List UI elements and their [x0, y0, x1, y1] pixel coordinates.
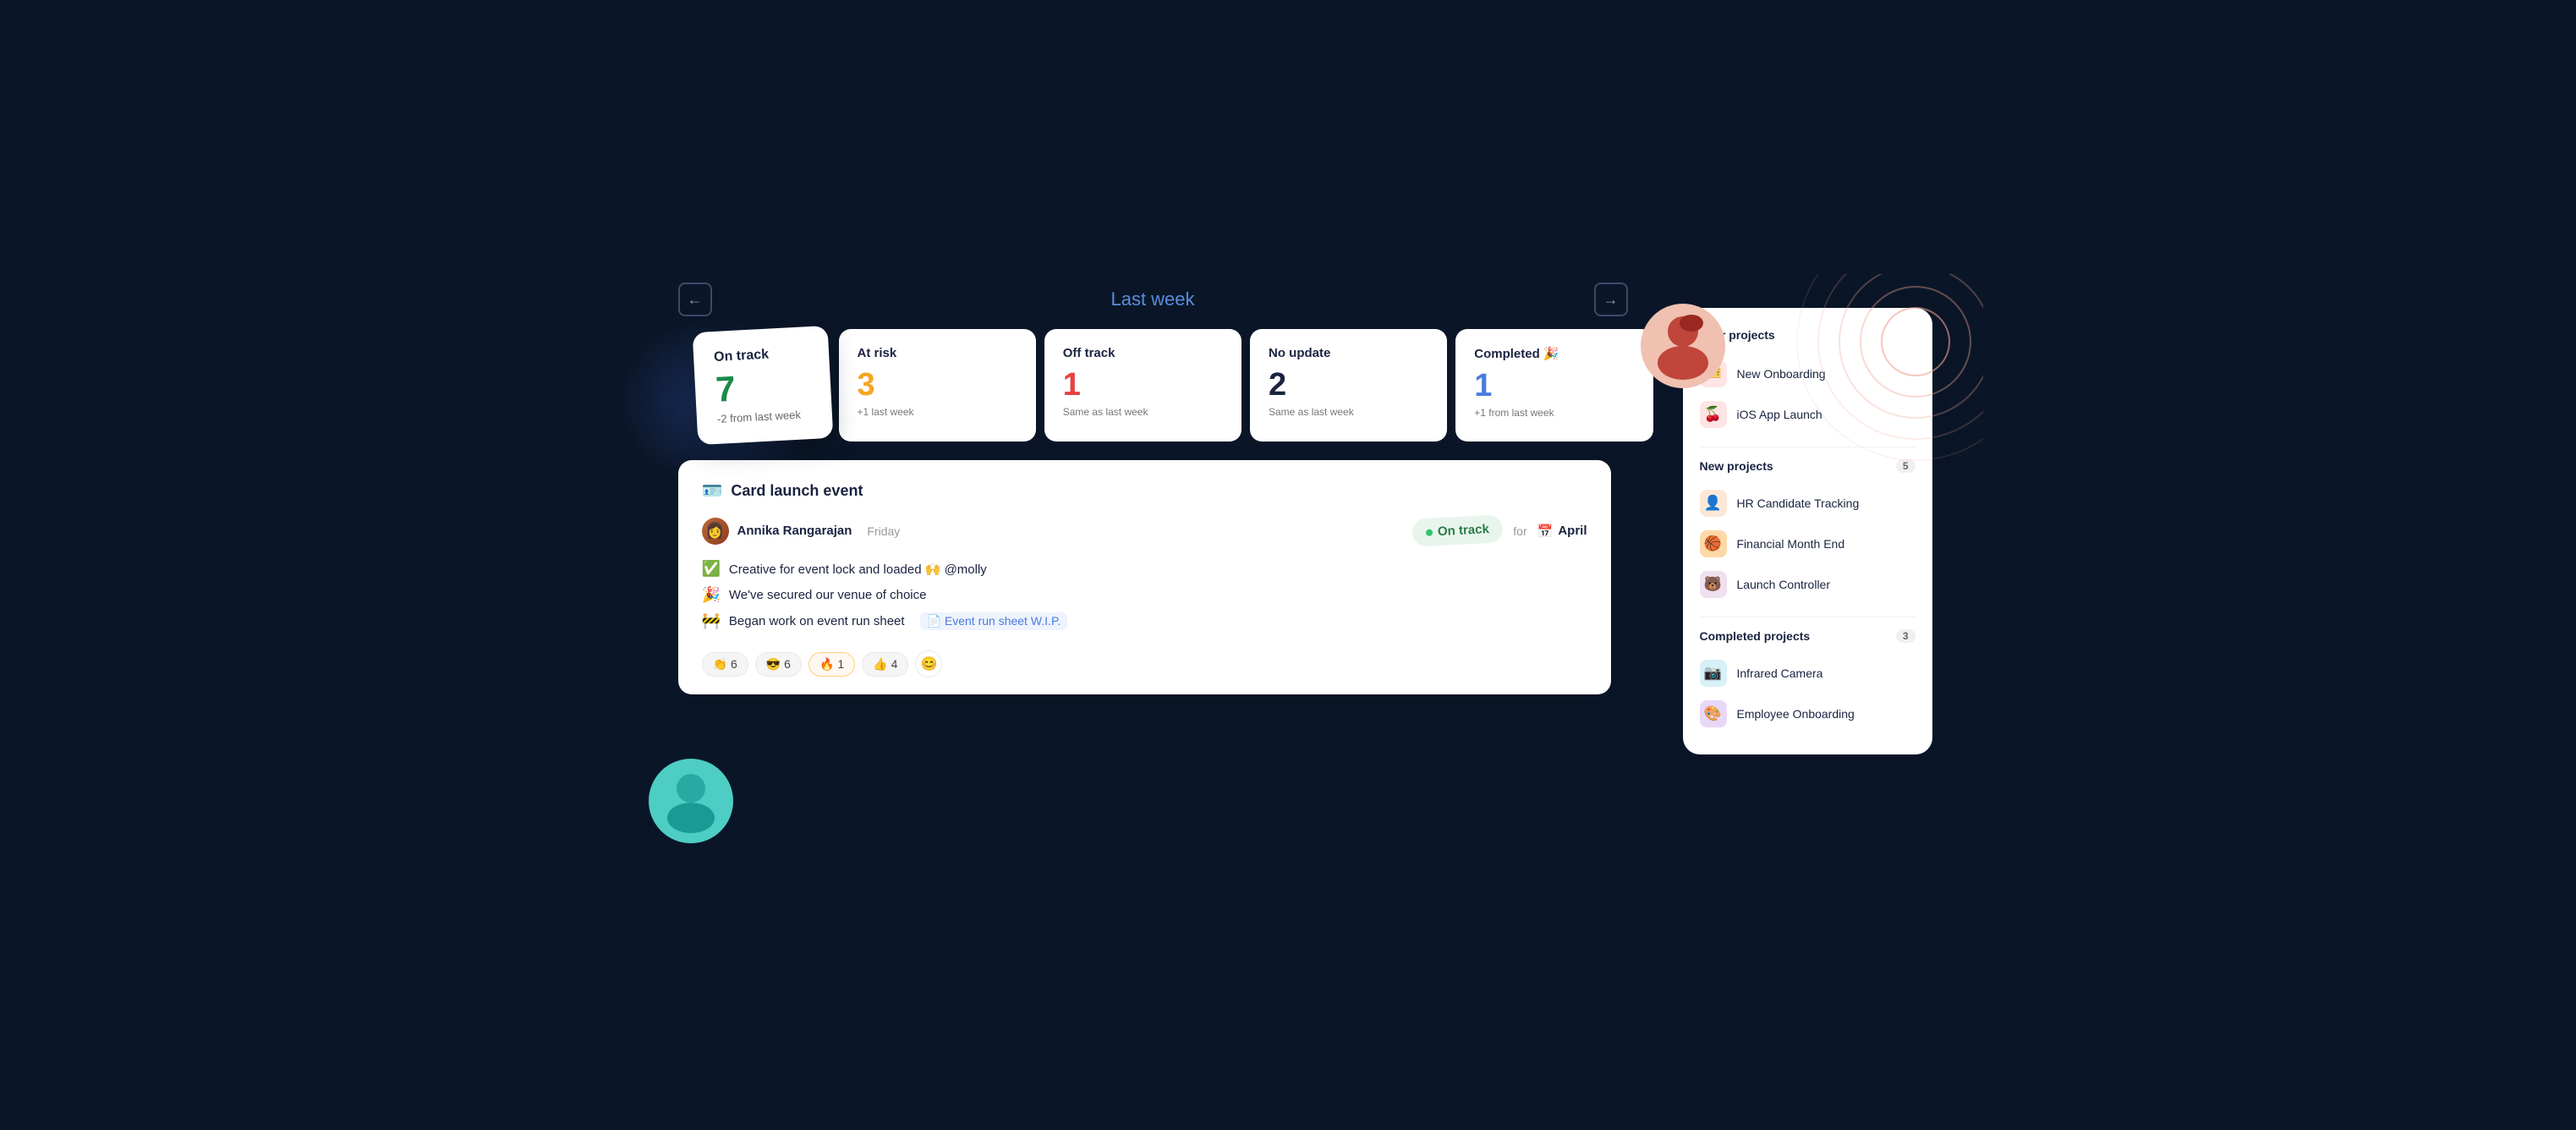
project-name-financial: Financial Month End [1737, 537, 1845, 551]
on-track-number: 7 [715, 367, 811, 408]
item-icon-3: 🚧 [702, 612, 721, 630]
reaction-thumbsup[interactable]: 👍 4 [862, 652, 908, 677]
for-label: for [1513, 524, 1526, 538]
reaction-fire[interactable]: 🔥 1 [808, 652, 855, 677]
user-avatar-large [1636, 299, 1729, 392]
status-cards: On track 7 -2 from last week At risk 3 +… [644, 329, 1653, 442]
period-title: Last week [1110, 288, 1194, 310]
author-date: Friday [867, 524, 900, 538]
item-text-1: Creative for event lock and loaded 🙌 @mo… [729, 562, 987, 577]
item-icon-1: ✅ [702, 560, 721, 578]
reaction-clap[interactable]: 👏 6 [702, 652, 748, 677]
status-dot [1426, 529, 1433, 535]
author-avatar: 👩 [702, 518, 729, 545]
project-icon-ios-launch: 🍒 [1700, 401, 1727, 428]
next-button[interactable]: → [1594, 282, 1628, 316]
at-risk-label: At risk [858, 346, 1017, 360]
completed-sub: +1 from last week [1474, 407, 1634, 419]
prev-button[interactable]: ← [678, 282, 712, 316]
update-item: ✅ Creative for event lock and loaded 🙌 @… [702, 560, 1587, 578]
reactions: 👏 6 😎 6 🔥 1 👍 4 😊 [702, 647, 1587, 677]
completed-card[interactable]: Completed 🎉 1 +1 from last week [1455, 329, 1652, 442]
at-risk-sub: +1 last week [858, 406, 1017, 418]
completed-projects-title: Completed projects [1700, 629, 1811, 643]
update-author: 👩 Annika Rangarajan Friday [702, 518, 901, 545]
project-icon-employee-onboarding: 🎨 [1700, 700, 1727, 727]
no-update-sub: Same as last week [1269, 406, 1428, 418]
on-track-label: On track [713, 345, 808, 365]
on-track-sub: -2 from last week [716, 408, 812, 425]
off-track-card[interactable]: Off track 1 Same as last week [1044, 329, 1241, 442]
project-icon-hr-tracking: 👤 [1700, 490, 1727, 517]
calendar-icon: 📅 [1537, 524, 1554, 539]
update-item: 🎉 We've secured our venue of choice [702, 586, 1587, 604]
update-items: ✅ Creative for event lock and loaded 🙌 @… [702, 560, 1587, 630]
project-financial[interactable]: 🏀 Financial Month End [1700, 524, 1916, 564]
project-icon-financial: 🏀 [1700, 530, 1727, 557]
project-employee-onboarding[interactable]: 🎨 Employee Onboarding [1700, 694, 1916, 734]
project-icon-infrared: 📷 [1700, 660, 1727, 687]
at-risk-card[interactable]: At risk 3 +1 last week [839, 329, 1036, 442]
update-item: 🚧 Began work on event run sheet 📄 Event … [702, 612, 1587, 630]
on-track-card[interactable]: On track 7 -2 from last week [692, 326, 833, 445]
card-title: Card launch event [731, 482, 863, 500]
reaction-cool[interactable]: 😎 6 [755, 652, 802, 677]
add-reaction-button[interactable]: 😊 [915, 650, 942, 677]
project-infrared[interactable]: 📷 Infrared Camera [1700, 653, 1916, 694]
off-track-sub: Same as last week [1063, 406, 1223, 418]
card-icon: 🪪 [702, 480, 723, 502]
author-name: Annika Rangarajan [737, 524, 852, 538]
decorative-circles [1746, 274, 1983, 511]
item-icon-2: 🎉 [702, 586, 721, 604]
update-card: 🪪 Card launch event 👩 Annika Rangarajan … [678, 460, 1611, 694]
item-text-2: We've secured our venue of choice [729, 588, 927, 602]
item-text-3: Began work on event run sheet [729, 614, 905, 628]
completed-number: 1 [1474, 370, 1634, 402]
right-panel: Your projects 🎫 New Onboarding 🍒 iOS App… [1683, 308, 1932, 754]
project-launch-controller[interactable]: 🐻 Launch Controller [1700, 564, 1916, 605]
completed-projects-header: Completed projects 3 [1700, 629, 1916, 643]
status-badge-wrap: On track for 📅 April [1412, 517, 1587, 545]
update-card-header: 🪪 Card launch event [702, 480, 1587, 502]
event-run-sheet-link[interactable]: 📄 Event run sheet W.I.P. [920, 612, 1068, 630]
no-update-number: 2 [1269, 369, 1428, 401]
project-name-launch-controller: Launch Controller [1737, 578, 1831, 591]
project-name-employee-onboarding: Employee Onboarding [1737, 707, 1855, 721]
completed-projects-count: 3 [1896, 629, 1916, 643]
update-meta: 👩 Annika Rangarajan Friday On track for … [702, 517, 1587, 545]
no-update-label: No update [1269, 346, 1428, 360]
emoji-add-icon: 😊 [920, 656, 937, 672]
project-name-infrared: Infrared Camera [1737, 666, 1823, 680]
completed-label: Completed 🎉 [1474, 346, 1634, 361]
at-risk-number: 3 [858, 369, 1017, 401]
period-badge: 📅 April [1537, 524, 1587, 539]
user-avatar-bottom-left [644, 754, 737, 848]
off-track-number: 1 [1063, 369, 1223, 401]
project-icon-launch-controller: 🐻 [1700, 571, 1727, 598]
no-update-card[interactable]: No update 2 Same as last week [1250, 329, 1447, 442]
nav-header: ← Last week → [644, 282, 1662, 316]
off-track-label: Off track [1063, 346, 1223, 360]
status-badge: On track [1412, 514, 1504, 547]
